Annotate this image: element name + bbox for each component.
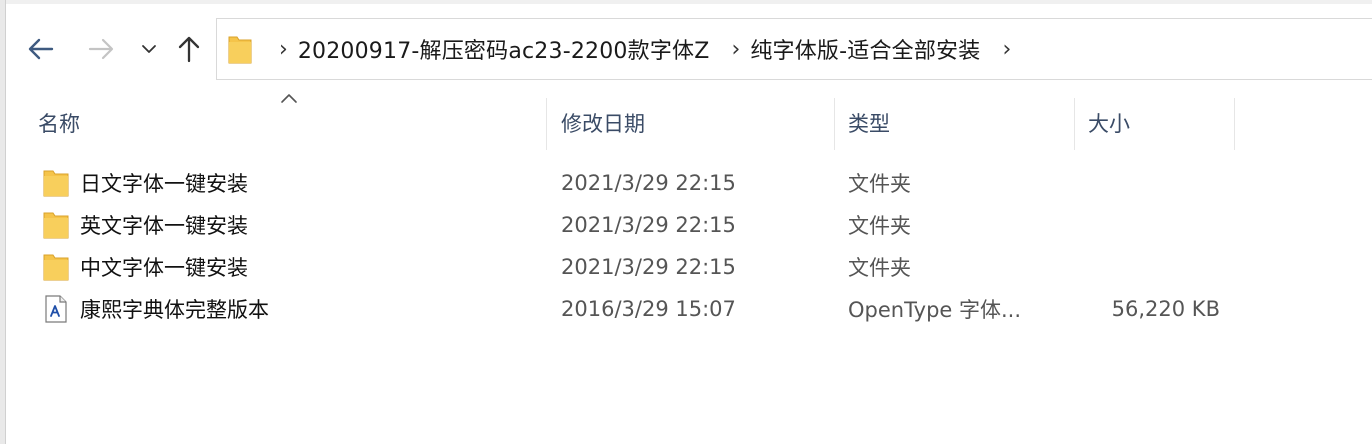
arrow-up-icon — [178, 36, 200, 63]
file-row[interactable]: 日文字体一键安装 2021/3/29 22:15 文件夹 — [30, 162, 1270, 204]
breadcrumb-separator[interactable]: › — [732, 37, 741, 62]
file-modified: 2021/3/29 22:15 — [561, 255, 736, 279]
column-divider[interactable] — [1074, 98, 1075, 150]
forward-button[interactable] — [84, 32, 118, 66]
folder-icon — [43, 254, 69, 281]
column-header-type-label: 类型 — [848, 112, 890, 136]
file-name: 英文字体一键安装 — [80, 214, 248, 238]
arrow-left-icon — [28, 38, 54, 60]
file-modified: 2021/3/29 22:15 — [561, 171, 736, 195]
breadcrumb-item-archive[interactable]: 20200917-解压密码ac23-2200款字体Z — [298, 33, 710, 65]
column-header-modified[interactable]: 修改日期 — [561, 96, 821, 150]
recent-locations-button[interactable] — [132, 32, 166, 66]
file-type: OpenType 字体... — [848, 298, 1022, 322]
chevron-down-icon — [142, 45, 156, 53]
column-divider[interactable] — [1234, 98, 1235, 150]
column-header-name[interactable]: 名称 — [38, 96, 538, 150]
column-header-size[interactable]: 大小 — [1088, 96, 1228, 150]
folder-icon — [43, 170, 69, 197]
folder-icon — [43, 212, 69, 239]
column-header-type[interactable]: 类型 — [848, 96, 1068, 150]
breadcrumb-separator[interactable]: › — [279, 37, 288, 62]
file-size — [1090, 246, 1220, 288]
file-type: 文件夹 — [848, 172, 911, 196]
column-header-row: 名称 修改日期 类型 大小 — [0, 96, 1372, 150]
file-name: 中文字体一键安装 — [80, 256, 248, 280]
column-divider[interactable] — [546, 98, 547, 150]
column-header-size-label: 大小 — [1088, 112, 1130, 136]
file-modified: 2021/3/29 22:15 — [561, 213, 736, 237]
file-size — [1090, 204, 1220, 246]
file-type: 文件夹 — [848, 214, 911, 238]
back-button[interactable] — [24, 32, 58, 66]
file-row[interactable]: 康熙字典体完整版本 2016/3/29 15:07 OpenType 字体...… — [30, 288, 1270, 330]
arrow-right-icon — [88, 38, 114, 60]
file-size: 56,220 KB — [1111, 297, 1220, 321]
column-divider[interactable] — [834, 98, 835, 150]
file-name: 康熙字典体完整版本 — [80, 298, 269, 322]
file-name: 日文字体一键安装 — [80, 172, 248, 196]
window-top-edge — [0, 0, 1372, 4]
column-header-modified-label: 修改日期 — [561, 112, 645, 136]
font-file-icon — [45, 295, 67, 323]
column-header-name-label: 名称 — [38, 112, 80, 136]
navigation-bar: › 20200917-解压密码ac23-2200款字体Z › 纯字体版-适合全部… — [0, 14, 1372, 84]
file-modified: 2016/3/29 15:07 — [561, 297, 736, 321]
breadcrumb-item-current[interactable]: 纯字体版-适合全部安装 — [750, 33, 980, 65]
file-type: 文件夹 — [848, 256, 911, 280]
file-row[interactable]: 中文字体一键安装 2021/3/29 22:15 文件夹 — [30, 246, 1270, 288]
up-button[interactable] — [172, 32, 206, 66]
breadcrumb-separator[interactable]: › — [1002, 37, 1011, 62]
address-bar[interactable]: › 20200917-解压密码ac23-2200款字体Z › 纯字体版-适合全部… — [216, 18, 1372, 80]
file-size — [1090, 162, 1220, 204]
file-row[interactable]: 英文字体一键安装 2021/3/29 22:15 文件夹 — [30, 204, 1270, 246]
file-explorer-window: › 20200917-解压密码ac23-2200款字体Z › 纯字体版-适合全部… — [0, 0, 1372, 444]
folder-icon — [227, 32, 257, 66]
